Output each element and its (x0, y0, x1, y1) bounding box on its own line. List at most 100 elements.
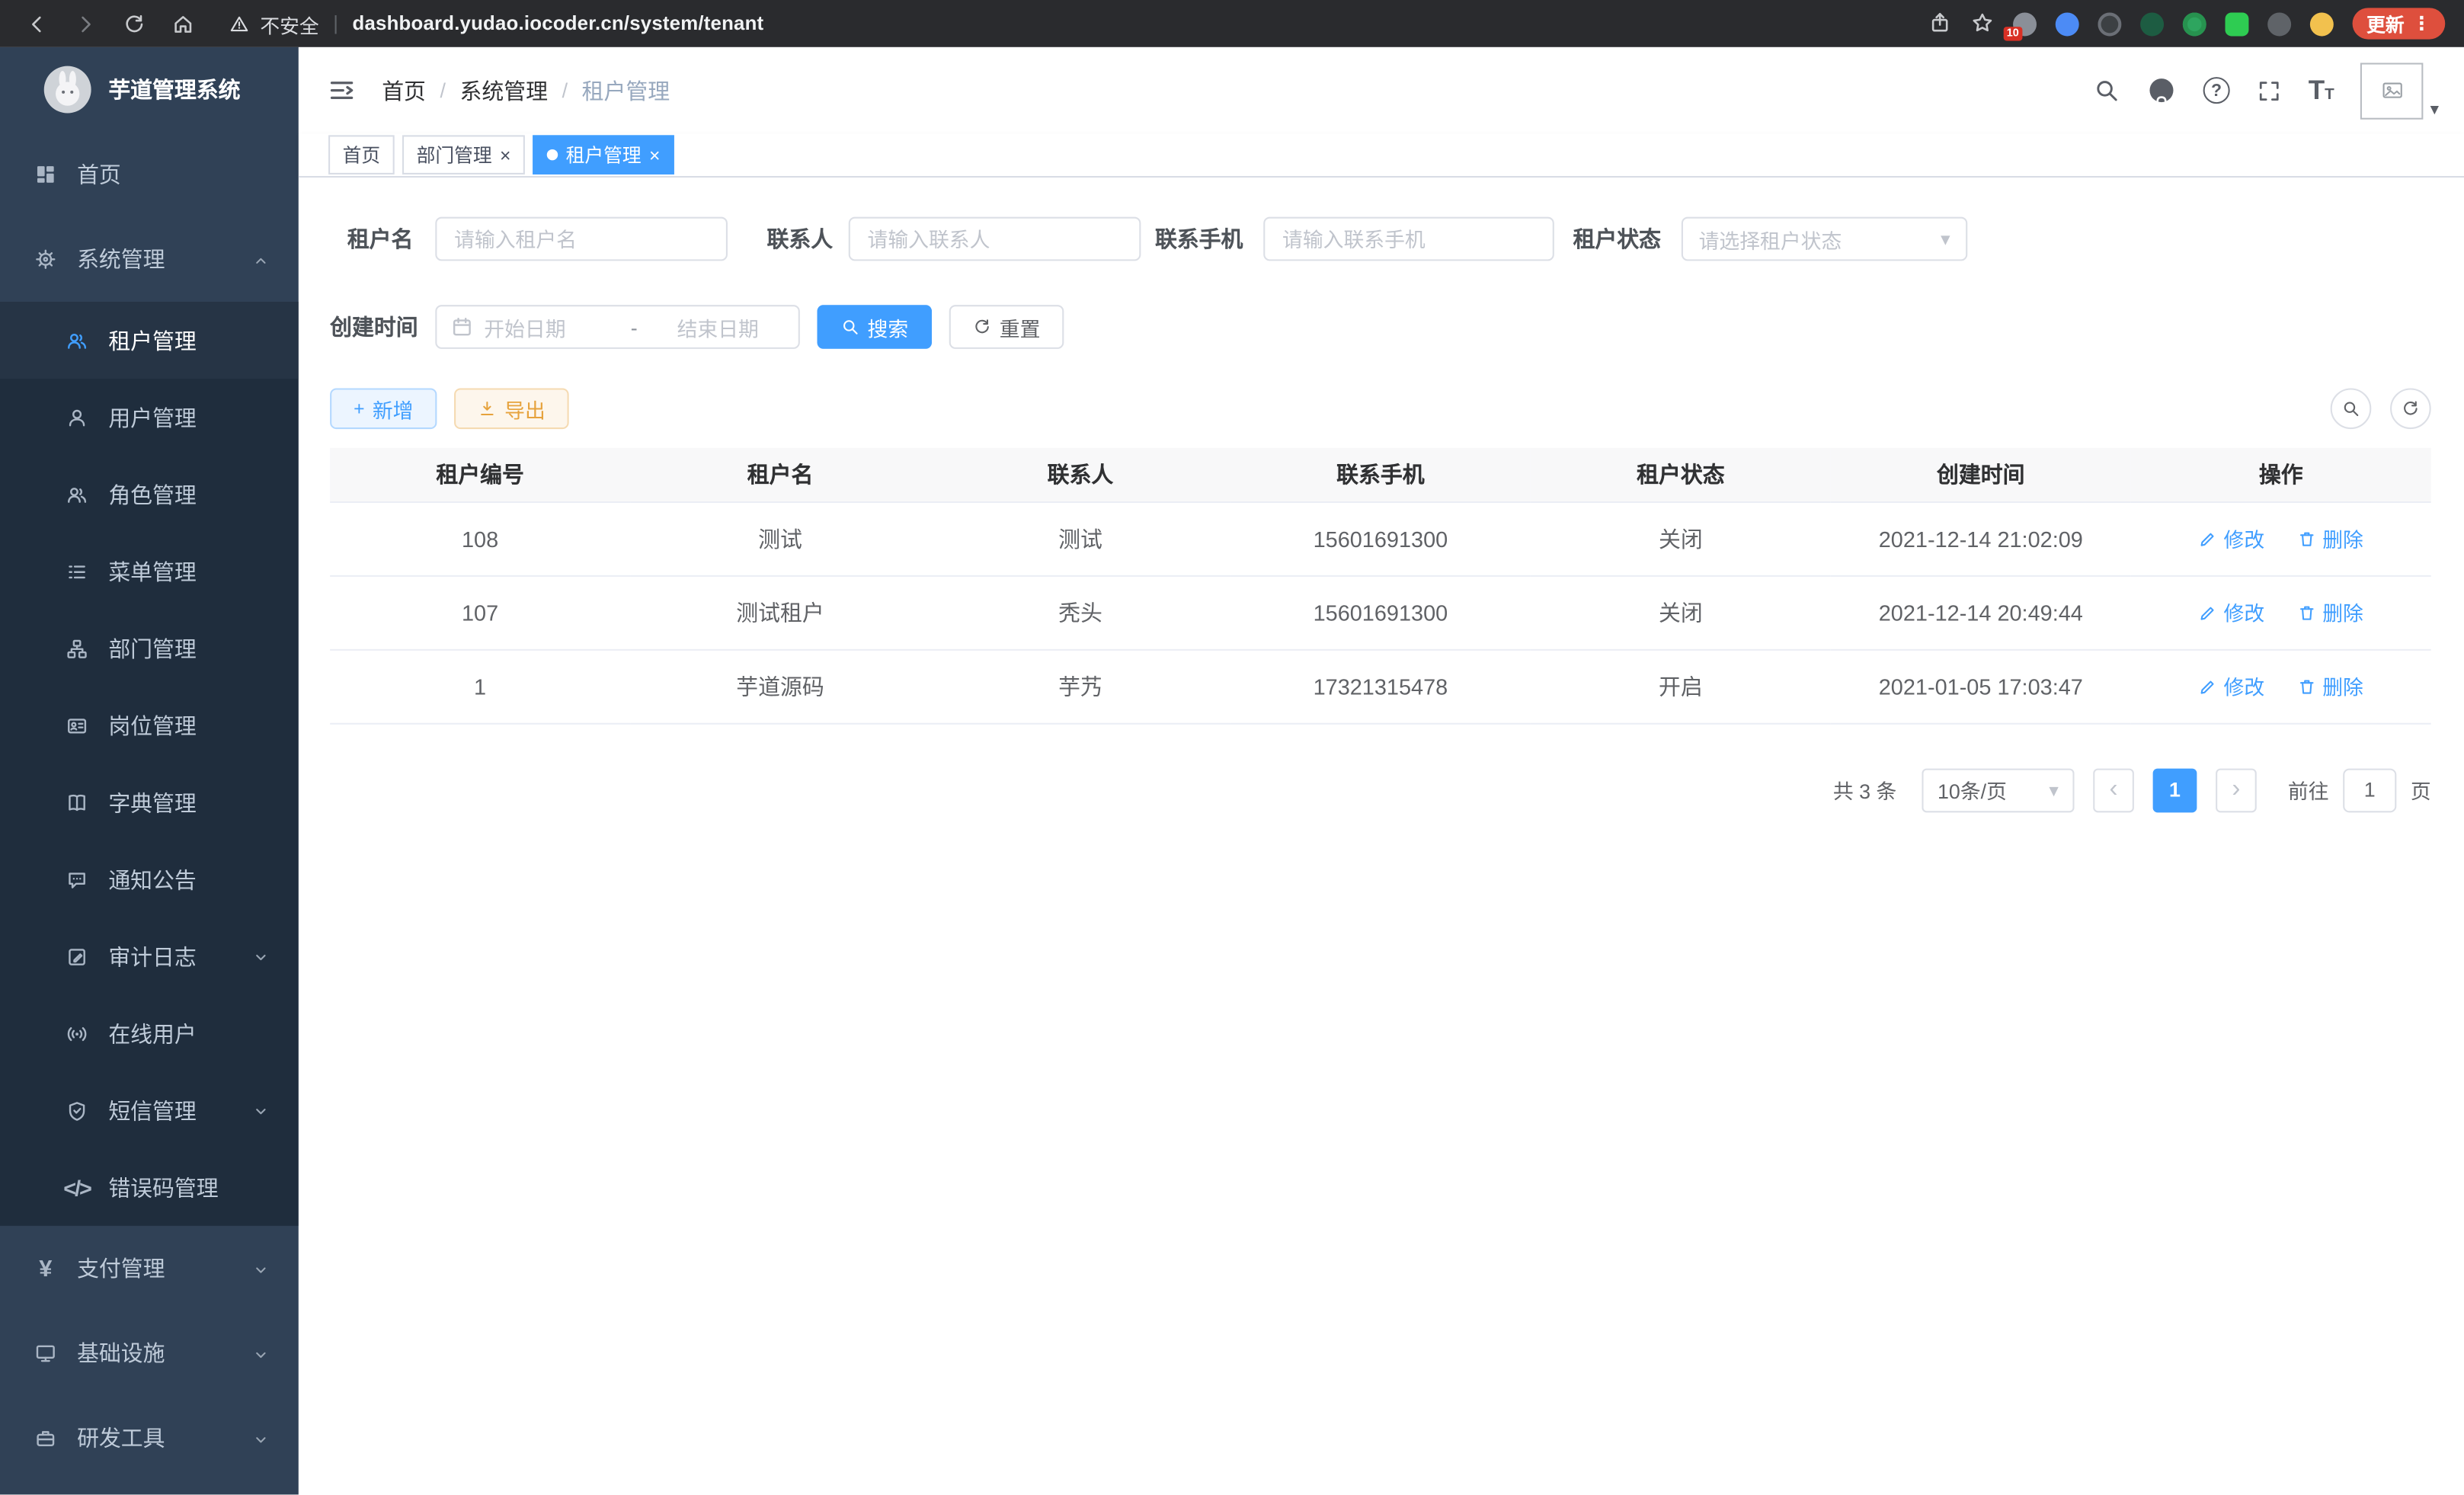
sidebar-item-home[interactable]: 首页 (0, 132, 299, 216)
delete-label: 删除 (2322, 523, 2363, 553)
edit-label: 修改 (2224, 523, 2265, 553)
date-end-placeholder[interactable]: 结束日期 (651, 312, 784, 341)
breadcrumb-item[interactable]: 首页 (382, 75, 426, 106)
sidebar-item-menu[interactable]: 菜单管理 (0, 533, 299, 610)
search-button[interactable]: 搜索 (818, 305, 933, 349)
cell-status: 关闭 (1531, 575, 1831, 649)
tab-home[interactable]: 首页 (328, 135, 395, 174)
delete-link[interactable]: 删除 (2297, 523, 2363, 553)
sidebar-item-user[interactable]: 用户管理 (0, 379, 299, 456)
plus-icon: + (354, 398, 364, 420)
avatar[interactable] (2361, 62, 2424, 118)
page-1-button[interactable]: 1 (2153, 768, 2197, 812)
goto-page-input[interactable] (2343, 768, 2396, 812)
font-size-icon[interactable]: TT (2309, 77, 2334, 104)
browser-home-icon[interactable] (171, 10, 195, 37)
create-time-label: 创建时间 (330, 311, 418, 342)
edit-link[interactable]: 修改 (2199, 597, 2265, 627)
address-bar[interactable]: 不安全 | dashboard.yudao.iocoder.cn/system/… (229, 8, 1928, 38)
reload-icon[interactable] (123, 10, 146, 37)
sidebar-submenu-system: 租户管理 用户管理 角色管理 菜单管理 部门管理 岗位管理 (0, 302, 299, 1226)
page-size-select[interactable]: 10条/页 ▾ (1922, 768, 2074, 812)
help-icon[interactable]: ? (2203, 77, 2230, 104)
search-icon[interactable] (2093, 77, 2120, 104)
breadcrumb-separator: / (440, 78, 446, 102)
sidebar-item-error-code[interactable]: </> 错误码管理 (0, 1149, 299, 1226)
sidebar-item-dev-tools[interactable]: 研发工具 (0, 1396, 299, 1481)
app-logo[interactable]: 芋道管理系统 (0, 47, 299, 132)
cell-tenant-name: 测试 (630, 501, 930, 575)
sidebar-item-tenant[interactable]: 租户管理 (0, 302, 299, 379)
extension-icon-6[interactable] (2225, 11, 2248, 35)
delete-link[interactable]: 删除 (2297, 671, 2363, 701)
fullscreen-icon[interactable] (2257, 78, 2282, 103)
sidebar-item-role[interactable]: 角色管理 (0, 456, 299, 533)
delete-link[interactable]: 删除 (2297, 597, 2363, 627)
trash-icon (2297, 677, 2316, 696)
add-button[interactable]: + 新增 (330, 388, 437, 429)
tab-dept[interactable]: 部门管理 × (402, 135, 525, 174)
close-icon[interactable]: × (500, 146, 510, 165)
security-label: 不安全 (260, 8, 318, 38)
share-icon[interactable] (1928, 9, 1952, 37)
github-icon[interactable] (2146, 75, 2176, 105)
date-start-placeholder[interactable]: 开始日期 (484, 312, 616, 341)
extension-icon-4[interactable] (2140, 11, 2164, 35)
browser-update-button[interactable]: 更新 ⋮ (2353, 8, 2446, 39)
user-menu[interactable]: ▾ (2361, 62, 2439, 118)
refresh-table-button[interactable] (2390, 388, 2431, 429)
breadcrumb-item[interactable]: 系统管理 (460, 75, 549, 106)
extension-icon-5[interactable] (2183, 11, 2206, 35)
sidebar-item-dept[interactable]: 部门管理 (0, 610, 299, 687)
url-text: dashboard.yudao.iocoder.cn/system/tenant (353, 13, 764, 35)
sidebar-item-label: 基础设施 (77, 1337, 165, 1369)
cell-operations: 修改 删除 (2131, 649, 2431, 723)
sidebar-item-dict[interactable]: 字典管理 (0, 764, 299, 840)
date-range-picker[interactable]: 开始日期 - 结束日期 (435, 305, 800, 349)
sidebar-item-audit-log[interactable]: 审计日志 (0, 918, 299, 995)
table-row: 107 测试租户 秃头 15601691300 关闭 2021-12-14 20… (330, 575, 2431, 649)
toggle-search-button[interactable] (2331, 388, 2372, 429)
forward-icon[interactable] (74, 10, 98, 37)
add-button-label: 新增 (373, 394, 414, 424)
sidebar-item-label: 审计日志 (108, 940, 197, 972)
next-page-button[interactable]: › (2216, 768, 2257, 812)
bookmark-star-icon[interactable] (1970, 9, 1994, 37)
broadcast-icon (65, 1023, 90, 1045)
sidebar-item-payment[interactable]: ¥ 支付管理 (0, 1226, 299, 1311)
edit-link[interactable]: 修改 (2199, 671, 2265, 701)
extension-icon-7[interactable] (2310, 11, 2334, 35)
tenant-name-input[interactable] (435, 217, 728, 261)
reset-button[interactable]: 重置 (949, 305, 1064, 349)
sidebar: 芋道管理系统 首页 系统管理 租户管理 用户管理 角色管理 (0, 47, 299, 1495)
status-select[interactable]: 请选择租户状态 ▾ (1682, 217, 1967, 261)
sidebar-item-system[interactable]: 系统管理 (0, 217, 299, 302)
trash-icon (2297, 529, 2316, 548)
extension-icon-2[interactable] (2056, 11, 2079, 35)
back-icon[interactable] (25, 10, 49, 37)
tab-tenant[interactable]: 租户管理 × (533, 135, 674, 174)
extensions-puzzle-icon[interactable] (2267, 11, 2291, 35)
edit-link[interactable]: 修改 (2199, 523, 2265, 553)
prev-page-button[interactable]: ‹ (2093, 768, 2134, 812)
export-button[interactable]: 导出 (454, 388, 569, 429)
sidebar-item-online-users[interactable]: 在线用户 (0, 995, 299, 1072)
hamburger-icon[interactable] (327, 75, 357, 105)
sidebar-item-infra[interactable]: 基础设施 (0, 1311, 299, 1395)
yen-icon: ¥ (33, 1255, 58, 1282)
question-glyph: ? (2211, 81, 2222, 100)
cell-operations: 修改 删除 (2131, 501, 2431, 575)
tenant-name-label: 租户名 (330, 223, 413, 255)
phone-input[interactable] (1263, 217, 1554, 261)
sidebar-item-sms[interactable]: 短信管理 (0, 1072, 299, 1149)
code-icon: </> (65, 1175, 90, 1200)
extension-icon-1[interactable]: 10 (2013, 11, 2037, 35)
extension-icon-3[interactable] (2098, 11, 2121, 35)
users-icon (65, 329, 90, 351)
contact-input[interactable] (849, 217, 1141, 261)
browser-chrome: 不安全 | dashboard.yudao.iocoder.cn/system/… (0, 0, 2464, 47)
sidebar-item-post[interactable]: 岗位管理 (0, 687, 299, 764)
browser-menu-icon[interactable]: ⋮ (2412, 13, 2431, 35)
sidebar-item-notice[interactable]: 通知公告 (0, 840, 299, 917)
close-icon[interactable]: × (649, 146, 660, 165)
